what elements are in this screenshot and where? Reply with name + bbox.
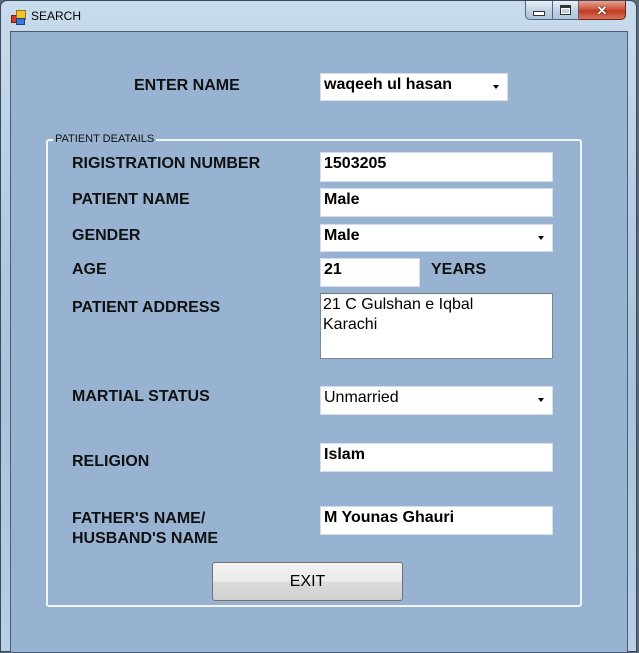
religion-field[interactable]: Islam <box>320 443 553 472</box>
age-label: AGE <box>72 261 107 278</box>
exit-button[interactable]: EXIT <box>212 562 403 601</box>
minimize-button[interactable] <box>525 1 553 20</box>
guardian-label-line-2: HUSBAND'S NAME <box>72 530 219 547</box>
chevron-down-icon[interactable] <box>538 398 544 402</box>
age-unit-label: YEARS <box>431 261 487 278</box>
patient-name-label: PATIENT NAME <box>72 191 190 208</box>
form-client-area: ENTER NAME waqeeh ul hasan PATIENT DEATA… <box>10 31 628 653</box>
maximize-button[interactable] <box>553 1 579 20</box>
enter-name-value: waqeeh ul hasan <box>324 76 453 93</box>
patient-details-title: PATIENT DEATAILS <box>53 133 157 145</box>
enter-name-label: ENTER NAME <box>134 77 240 94</box>
religion-label: RELIGION <box>72 453 150 470</box>
marital-status-label: MARTIAL STATUS <box>72 388 210 405</box>
maximize-icon <box>560 5 571 15</box>
patient-name-field[interactable]: Male <box>320 188 553 217</box>
window-title: SEARCH <box>31 9 82 23</box>
gender-combobox[interactable]: Male <box>320 224 553 252</box>
form-icon <box>11 10 26 25</box>
address-line-2: Karachi <box>323 316 378 333</box>
age-field[interactable]: 21 <box>320 258 420 287</box>
caption-buttons: ✕ <box>525 1 626 22</box>
marital-status-value: Unmarried <box>324 389 399 406</box>
close-button[interactable]: ✕ <box>579 1 626 20</box>
registration-number-label: RIGISTRATION NUMBER <box>72 155 261 172</box>
marital-status-combobox[interactable]: Unmarried <box>320 386 553 415</box>
chevron-down-icon[interactable] <box>493 85 499 89</box>
guardian-name-field[interactable]: M Younas Ghauri <box>320 506 553 535</box>
enter-name-combobox[interactable]: waqeeh ul hasan <box>320 73 508 101</box>
registration-number-field[interactable]: 1503205 <box>320 152 553 182</box>
patient-address-textarea[interactable]: 21 C Gulshan e Iqbal Karachi <box>320 293 553 359</box>
close-icon: ✕ <box>596 2 608 18</box>
patient-address-label: PATIENT ADDRESS <box>72 299 221 316</box>
window-frame: SEARCH ✕ ENTER NAME waqeeh ul hasan PATI… <box>0 0 637 653</box>
guardian-name-label: FATHER'S NAME/ HUSBAND'S NAME <box>72 509 218 549</box>
chevron-down-icon[interactable] <box>538 236 544 240</box>
gender-value: Male <box>324 227 360 244</box>
gender-label: GENDER <box>72 227 141 244</box>
guardian-label-line-1: FATHER'S NAME/ <box>72 510 206 527</box>
address-line-1: 21 C Gulshan e Iqbal <box>323 296 474 313</box>
minimize-icon <box>533 10 545 16</box>
